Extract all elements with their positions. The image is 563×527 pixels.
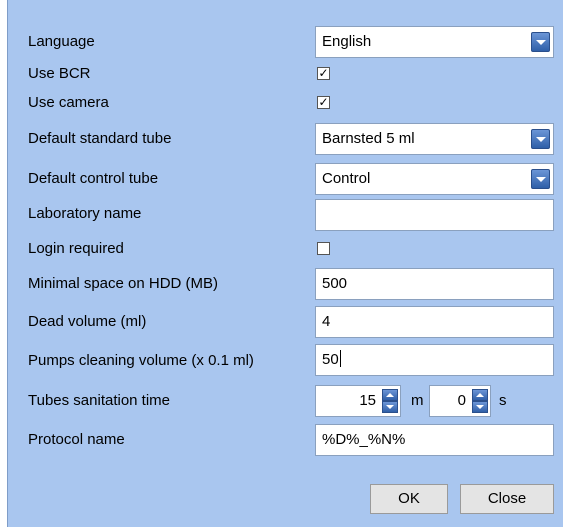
- sanitation-seconds-spinner[interactable]: 0: [429, 385, 491, 417]
- language-select[interactable]: English: [315, 26, 554, 58]
- pumps-cleaning-volume-value: 50: [322, 351, 339, 368]
- default-standard-tube-value: Barnsted 5 ml: [322, 130, 415, 147]
- use-bcr-label: Use BCR: [28, 65, 91, 82]
- minimal-space-input[interactable]: 500: [315, 268, 554, 300]
- spin-up-icon[interactable]: [382, 389, 398, 401]
- login-required-checkbox[interactable]: [317, 242, 330, 255]
- use-camera-label: Use camera: [28, 94, 109, 111]
- default-control-tube-value: Control: [322, 170, 371, 187]
- language-value: English: [322, 33, 372, 50]
- sanitation-seconds-value: 0: [457, 392, 466, 409]
- seconds-unit: s: [499, 392, 507, 409]
- dead-volume-label: Dead volume (ml): [28, 313, 147, 330]
- pumps-cleaning-volume-input[interactable]: 50: [315, 344, 554, 376]
- language-label: Language: [28, 33, 95, 50]
- default-control-tube-label: Default control tube: [28, 170, 159, 187]
- ok-button[interactable]: OK: [370, 484, 448, 514]
- minutes-unit: m: [411, 392, 424, 409]
- pumps-cleaning-volume-label: Pumps cleaning volume (x 0.1 ml): [28, 352, 254, 369]
- chevron-down-icon[interactable]: [531, 129, 550, 149]
- settings-dialog: Language English Use BCR ✓ Use camera ✓ …: [7, 0, 563, 527]
- text-caret: [339, 350, 341, 367]
- sanitation-minutes-value: 15: [359, 392, 376, 409]
- close-button[interactable]: Close: [460, 484, 554, 514]
- spin-up-icon[interactable]: [472, 389, 488, 401]
- login-required-label: Login required: [28, 240, 124, 257]
- sanitation-minutes-spinner[interactable]: 15: [315, 385, 401, 417]
- default-control-tube-select[interactable]: Control: [315, 163, 554, 195]
- default-standard-tube-select[interactable]: Barnsted 5 ml: [315, 123, 554, 155]
- chevron-down-icon[interactable]: [531, 169, 550, 189]
- spin-down-icon[interactable]: [472, 401, 488, 413]
- protocol-name-input[interactable]: %D%_%N%: [315, 424, 554, 456]
- use-camera-checkbox[interactable]: ✓: [317, 96, 330, 109]
- dead-volume-input[interactable]: 4: [315, 306, 554, 338]
- chevron-down-icon[interactable]: [531, 32, 550, 52]
- use-bcr-checkbox[interactable]: ✓: [317, 67, 330, 80]
- default-standard-tube-label: Default standard tube: [28, 130, 172, 147]
- laboratory-name-input[interactable]: [315, 199, 554, 231]
- laboratory-name-label: Laboratory name: [28, 205, 142, 222]
- minimal-space-label: Minimal space on HDD (MB): [28, 275, 219, 292]
- tubes-sanitation-time-label: Tubes sanitation time: [28, 392, 171, 409]
- spin-down-icon[interactable]: [382, 401, 398, 413]
- protocol-name-label: Protocol name: [28, 431, 125, 448]
